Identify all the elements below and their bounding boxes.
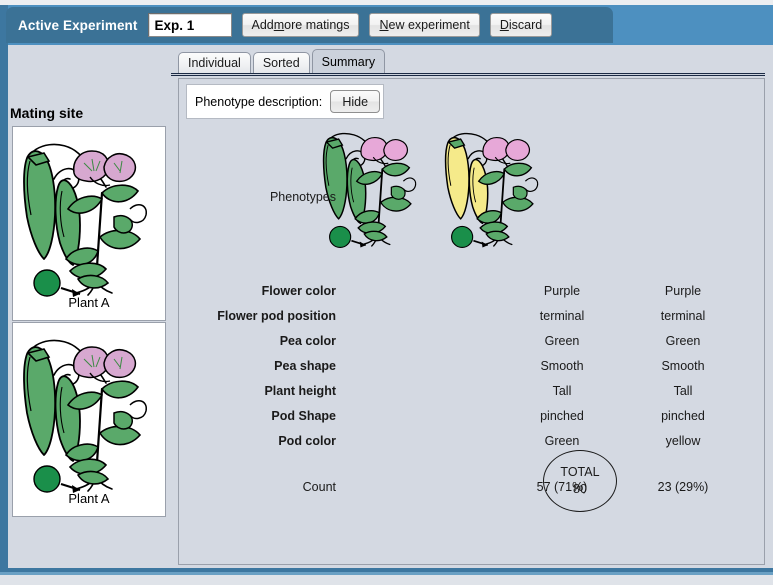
cell-pea-color-col1: Green xyxy=(544,334,580,348)
flower-group xyxy=(482,136,531,165)
hide-button-label: Hide xyxy=(342,94,369,109)
row-label-flower-color: Flower color xyxy=(261,284,336,298)
pea-plant-illustration xyxy=(444,132,539,249)
discard-label-post: iscard xyxy=(508,18,543,32)
cell-count-col2: 23 (29%) xyxy=(657,480,709,494)
add-more-matings-label-post: ore matings xyxy=(284,18,350,32)
mating-site-plant-card-2[interactable]: Plant A xyxy=(12,322,166,517)
arrow-icon xyxy=(351,239,366,248)
cell-pod-shape-col1: pinched xyxy=(540,409,584,423)
toolbar: Active Experiment Exp. 1 Add m ore mating… xyxy=(6,7,613,43)
row-label-plant-height: Plant height xyxy=(264,384,336,398)
tab-bar: Individual Sorted Summary xyxy=(178,49,387,73)
experiment-name-input[interactable]: Exp. 1 xyxy=(147,13,232,37)
seed-dot xyxy=(329,225,352,249)
tab-separator-rule xyxy=(171,73,765,76)
experiment-name-value: Exp. 1 xyxy=(154,17,195,33)
plant-caption-1: Plant A xyxy=(68,295,110,309)
tab-summary-label: Summary xyxy=(321,54,376,69)
phenotype-plant-2 xyxy=(434,124,552,257)
tab-individual[interactable]: Individual xyxy=(178,52,251,73)
cell-plant-height-col1: Tall xyxy=(552,384,572,398)
row-label-pea-color: Pea color xyxy=(279,334,336,348)
cell-flower-color-col2: Purple xyxy=(664,284,702,298)
bottom-bar-base xyxy=(0,575,773,585)
add-more-matings-label-pre: Add xyxy=(251,18,274,32)
flower-group xyxy=(360,136,409,165)
flower-group xyxy=(72,346,137,383)
add-more-matings-button[interactable]: Add m ore matings xyxy=(241,13,360,37)
seed-dot xyxy=(451,225,474,249)
cell-pea-shape-col1: Smooth xyxy=(540,359,584,373)
row-label-pod-shape: Pod Shape xyxy=(271,409,336,423)
discard-button[interactable]: Discard xyxy=(489,13,553,37)
cell-pea-color-col2: Green xyxy=(665,334,701,348)
cell-pea-shape-col2: Smooth xyxy=(661,359,705,373)
row-label-pea-shape: Pea shape xyxy=(274,359,336,373)
phenotypes-row-label: Phenotypes xyxy=(269,190,336,204)
cell-pod-color-col2: yellow xyxy=(665,434,701,448)
cell-pod-shape-col2: pinched xyxy=(661,409,705,423)
row-label-flower-pod-position: Flower pod position xyxy=(217,309,336,323)
pea-plant-illustration: Plant A xyxy=(23,339,147,505)
sidebar-left-edge xyxy=(0,45,8,585)
plant-caption-2: Plant A xyxy=(68,491,110,505)
new-experiment-mnemonic: N xyxy=(379,18,389,32)
mating-site-title: Mating site xyxy=(10,105,84,121)
cell-flower-pod-position-col1: terminal xyxy=(539,309,585,323)
total-badge: TOTAL 80 xyxy=(543,450,617,512)
seed-dot xyxy=(33,465,61,493)
hide-button[interactable]: Hide xyxy=(330,90,381,113)
cell-pod-color-col1: Green xyxy=(544,434,580,448)
total-label: TOTAL xyxy=(560,465,600,480)
cell-flower-pod-position-col2: terminal xyxy=(660,309,706,323)
add-more-matings-mnemonic: m xyxy=(273,18,285,32)
new-experiment-button[interactable]: New experiment xyxy=(369,13,480,37)
application-window: Active Experiment Exp. 1 Add m ore mating… xyxy=(0,0,773,585)
phenotype-description-bar: Phenotype description: Hide xyxy=(186,84,384,119)
seed-dot xyxy=(33,269,61,297)
mating-site-plant-card-1[interactable]: Plant A xyxy=(12,126,166,321)
pea-plant-illustration: Plant A xyxy=(23,143,147,309)
cell-flower-color-col1: Purple xyxy=(543,284,581,298)
count-row-label: Count xyxy=(302,480,336,494)
new-experiment-label-post: ew experiment xyxy=(388,18,470,32)
tab-individual-label: Individual xyxy=(188,56,241,70)
active-experiment-label: Active Experiment xyxy=(18,17,138,33)
total-value: 80 xyxy=(573,482,587,496)
tab-summary[interactable]: Summary xyxy=(311,49,386,73)
cell-plant-height-col2: Tall xyxy=(673,384,693,398)
tab-sorted-label: Sorted xyxy=(262,56,300,70)
row-label-pod-color: Pod color xyxy=(278,434,336,448)
discard-mnemonic: D xyxy=(499,18,509,32)
phenotype-description-label: Phenotype description: xyxy=(195,94,323,109)
flower-group xyxy=(72,150,137,187)
tab-sorted[interactable]: Sorted xyxy=(252,52,310,73)
pea-plant-illustration xyxy=(322,132,417,249)
arrow-icon xyxy=(473,239,488,248)
